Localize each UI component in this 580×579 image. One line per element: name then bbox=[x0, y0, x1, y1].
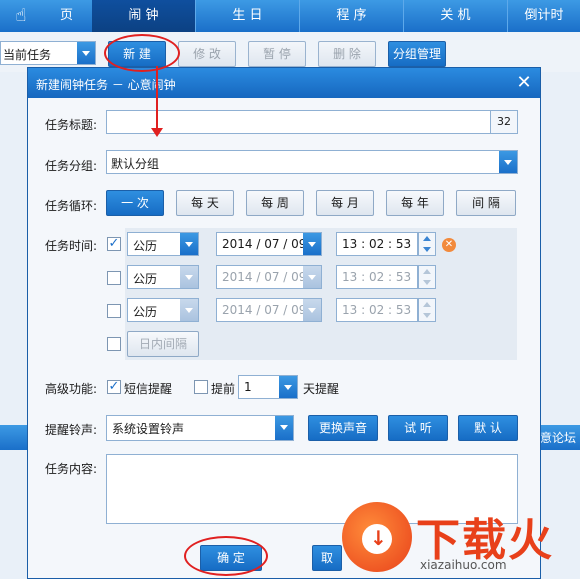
ring-dropdown[interactable]: 系统设置铃声 bbox=[106, 415, 294, 441]
group-manage-button[interactable]: 分组管理 bbox=[388, 41, 446, 67]
sms-label: 短信提醒 bbox=[124, 382, 173, 396]
time-input[interactable]: 13 : 02 : 53 bbox=[336, 265, 418, 289]
delete-button[interactable]: 删 除 bbox=[318, 41, 376, 67]
advance-label: 提前 bbox=[211, 382, 236, 396]
tab-birthday[interactable]: 生 日 bbox=[196, 0, 300, 32]
chevron-down-icon bbox=[180, 233, 198, 255]
task-group-dropdown[interactable]: 默认分组 bbox=[106, 150, 518, 174]
repeat-yearly-button[interactable]: 每 年 bbox=[386, 190, 444, 216]
tab-countdown[interactable]: 倒计时 bbox=[508, 0, 580, 32]
remove-time-icon[interactable]: ✕ bbox=[442, 238, 456, 252]
chevron-down-icon bbox=[275, 416, 293, 440]
date-value: 2014 / 07 / 09 bbox=[222, 270, 307, 284]
repeat-weekly-button[interactable]: 每 周 bbox=[246, 190, 304, 216]
calendar-type-value: 公历 bbox=[133, 272, 158, 286]
annotation-circle bbox=[104, 34, 180, 72]
date-picker[interactable]: 2014 / 07 / 09 bbox=[216, 232, 322, 256]
advance-checkbox[interactable] bbox=[194, 380, 208, 394]
chevron-down-icon bbox=[303, 233, 321, 255]
tab-alarm[interactable]: 闹 钟 bbox=[92, 0, 196, 32]
intraday-checkbox[interactable] bbox=[107, 337, 121, 351]
task-time-label: 任务时间: bbox=[45, 239, 98, 253]
ring-value: 系统设置铃声 bbox=[112, 422, 185, 436]
time-spinner[interactable] bbox=[418, 298, 436, 322]
chevron-down-icon bbox=[180, 299, 198, 321]
sms-checkbox[interactable]: ✓ bbox=[107, 380, 121, 394]
chevron-down-icon bbox=[77, 42, 95, 64]
chevron-down-icon bbox=[279, 376, 297, 398]
task-title-label: 任务标题: bbox=[45, 118, 98, 132]
advanced-label: 高级功能: bbox=[45, 382, 98, 396]
tab-shutdown[interactable]: 关 机 bbox=[404, 0, 508, 32]
intraday-interval-button[interactable]: 日内间隔 bbox=[127, 331, 199, 357]
close-icon[interactable]: ✕ bbox=[512, 71, 536, 95]
date-picker[interactable]: 2014 / 07 / 09 bbox=[216, 265, 322, 289]
annotation-arrowhead bbox=[151, 128, 163, 137]
repeat-once-button[interactable]: 一 次 bbox=[106, 190, 164, 216]
task-group-label: 任务分组: bbox=[45, 159, 98, 173]
default-sound-button[interactable]: 默 认 bbox=[458, 415, 518, 441]
chevron-down-icon bbox=[303, 266, 321, 288]
tab-program[interactable]: 程 序 bbox=[300, 0, 404, 32]
calendar-type-dropdown[interactable]: 公历 bbox=[127, 265, 199, 289]
annotation-arrow bbox=[156, 66, 158, 132]
calendar-type-value: 公历 bbox=[133, 239, 158, 253]
chevron-down-icon bbox=[303, 299, 321, 321]
days-remind-label: 天提醒 bbox=[303, 382, 340, 396]
chevron-down-icon bbox=[180, 266, 198, 288]
background-forum-link[interactable]: 意论坛 bbox=[540, 429, 576, 446]
task-title-input[interactable]: 32 bbox=[106, 110, 518, 134]
task-repeat-label: 任务循环: bbox=[45, 199, 98, 213]
title-char-counter: 32 bbox=[490, 111, 517, 133]
content-label: 任务内容: bbox=[45, 462, 98, 476]
ring-label: 提醒铃声: bbox=[45, 423, 98, 437]
calendar-type-dropdown[interactable]: 公历 bbox=[127, 298, 199, 322]
change-sound-button[interactable]: 更换声音 bbox=[308, 415, 378, 441]
repeat-interval-button[interactable]: 间 隔 bbox=[456, 190, 516, 216]
advance-days-value: 1 bbox=[244, 380, 252, 394]
repeat-monthly-button[interactable]: 每 月 bbox=[316, 190, 374, 216]
time-spinner[interactable] bbox=[418, 232, 436, 256]
time-spinner[interactable] bbox=[418, 265, 436, 289]
tab-home[interactable]: 页 bbox=[0, 0, 104, 32]
pause-button[interactable]: 暂 停 bbox=[248, 41, 306, 67]
time-row-checkbox[interactable] bbox=[107, 304, 121, 318]
time-row-checkbox[interactable]: ✓ bbox=[107, 237, 121, 251]
dialog-title: 新建闹钟任务 － 心意闹钟 bbox=[36, 78, 176, 92]
date-picker[interactable]: 2014 / 07 / 09 bbox=[216, 298, 322, 322]
time-value: 13 : 02 : 53 bbox=[342, 270, 412, 284]
time-input[interactable]: 13 : 02 : 53 bbox=[336, 232, 418, 256]
background-panel-header bbox=[0, 425, 28, 450]
advance-days-dropdown[interactable]: 1 bbox=[238, 375, 298, 399]
task-group-value: 默认分组 bbox=[111, 157, 160, 171]
flame-logo-icon bbox=[342, 502, 412, 572]
time-row-checkbox[interactable] bbox=[107, 271, 121, 285]
time-value: 13 : 02 : 53 bbox=[342, 237, 412, 251]
listen-button[interactable]: 试 听 bbox=[388, 415, 448, 441]
calendar-type-value: 公历 bbox=[133, 305, 158, 319]
current-task-value: 当前任务 bbox=[3, 48, 52, 62]
annotation-circle bbox=[184, 536, 268, 576]
top-tab-bar: ☝ 页 闹 钟 生 日 程 序 关 机 倒计时 bbox=[0, 0, 580, 32]
watermark: 下载火 xiazaihuo.com bbox=[342, 502, 580, 579]
chevron-down-icon bbox=[499, 151, 517, 173]
watermark-domain: xiazaihuo.com bbox=[420, 558, 507, 572]
time-value: 13 : 02 : 53 bbox=[342, 303, 412, 317]
calendar-type-dropdown[interactable]: 公历 bbox=[127, 232, 199, 256]
cancel-button[interactable]: 取 bbox=[312, 545, 342, 571]
date-value: 2014 / 07 / 09 bbox=[222, 237, 307, 251]
dialog-titlebar: 新建闹钟任务 － 心意闹钟 ✕ bbox=[28, 68, 540, 98]
date-value: 2014 / 07 / 09 bbox=[222, 303, 307, 317]
current-task-dropdown[interactable]: 当前任务 bbox=[0, 41, 96, 65]
time-input[interactable]: 13 : 02 : 53 bbox=[336, 298, 418, 322]
edit-button[interactable]: 修 改 bbox=[178, 41, 236, 67]
repeat-daily-button[interactable]: 每 天 bbox=[176, 190, 234, 216]
